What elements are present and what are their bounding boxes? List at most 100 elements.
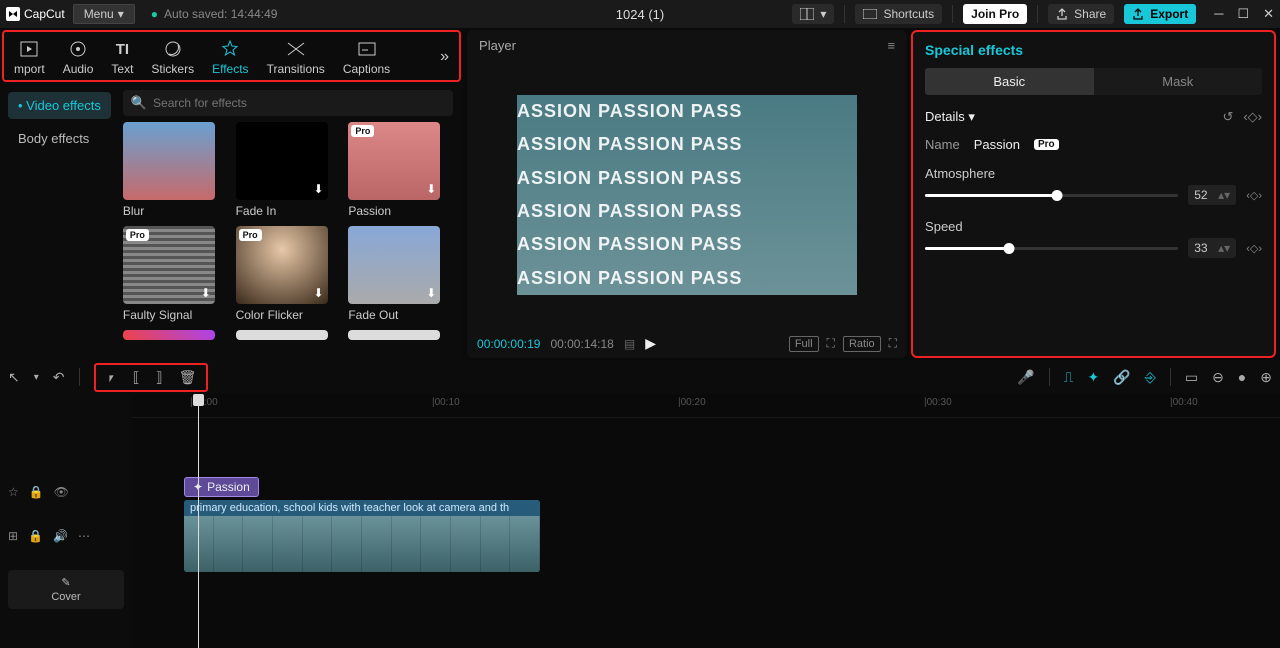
- magnet-icon[interactable]: ⎍: [1064, 369, 1074, 386]
- join-pro-button[interactable]: Join Pro: [963, 4, 1027, 24]
- effect-card-colorflicker[interactable]: Pro⬇ Color Flicker: [236, 226, 339, 322]
- tab-text[interactable]: TI Text: [111, 38, 133, 76]
- fullscreen-icon[interactable]: ⛶: [889, 336, 897, 351]
- zoom-in-icon[interactable]: ⊕: [1260, 369, 1272, 386]
- share-button[interactable]: Share: [1048, 4, 1114, 24]
- effect-card-faulty[interactable]: Pro⬇ Faulty Signal: [123, 226, 226, 322]
- layout-icon: [800, 8, 814, 20]
- time-ruler[interactable]: |00:00 |00:10 |00:20 |00:30 |00:40: [132, 394, 1280, 418]
- tab-transitions[interactable]: Transitions: [267, 38, 325, 76]
- keyframe-icon[interactable]: ‹◇›: [1246, 242, 1262, 255]
- shortcuts-button[interactable]: Shortcuts: [855, 4, 942, 24]
- menu-button[interactable]: Menu ▾: [73, 4, 135, 24]
- tab-captions[interactable]: Captions: [343, 38, 390, 76]
- zoom-slider[interactable]: ●: [1238, 369, 1246, 385]
- layout-button[interactable]: ▾: [792, 4, 834, 24]
- transitions-icon: [285, 38, 307, 60]
- minimize-button[interactable]: ─: [1214, 6, 1223, 22]
- star-icon[interactable]: ☆: [8, 485, 19, 499]
- chevron-down-icon: ▾: [118, 7, 124, 21]
- app-name: CapCut: [24, 7, 65, 21]
- lock-icon[interactable]: 🔒: [28, 529, 43, 543]
- check-icon: ●: [151, 7, 158, 21]
- player-menu-icon[interactable]: ≡: [887, 38, 895, 53]
- download-icon: ⬇: [314, 182, 324, 196]
- close-button[interactable]: ✕: [1263, 6, 1274, 22]
- atmosphere-slider[interactable]: [925, 194, 1178, 197]
- timeline-tracks[interactable]: |00:00 |00:10 |00:20 |00:30 |00:40 ✦ Pas…: [132, 394, 1280, 648]
- play-button[interactable]: ▶: [645, 335, 656, 352]
- pro-badge: Pro: [239, 229, 262, 241]
- speed-value[interactable]: 33▴▾: [1188, 238, 1236, 258]
- download-icon: ⬇: [426, 286, 436, 300]
- list-icon[interactable]: ▤: [624, 337, 635, 351]
- full-button[interactable]: Full: [789, 336, 819, 352]
- trim-left-tool[interactable]: ⟦: [133, 369, 140, 386]
- cover-button[interactable]: ✎ Cover: [8, 570, 124, 609]
- atmosphere-value[interactable]: 52▴▾: [1188, 185, 1236, 205]
- name-value: Passion: [974, 137, 1020, 152]
- side-tab-body-effects[interactable]: Body effects: [8, 125, 111, 152]
- ratio-button[interactable]: Ratio: [843, 336, 881, 352]
- chevron-down-icon[interactable]: ▾: [34, 372, 39, 383]
- lock-icon[interactable]: 🔒: [29, 485, 44, 499]
- reset-icon[interactable]: ↺: [1222, 109, 1233, 125]
- maximize-button[interactable]: ☐: [1237, 6, 1249, 22]
- side-tab-video-effects[interactable]: • Video effects: [8, 92, 111, 119]
- undo-button[interactable]: ↶: [53, 369, 65, 386]
- titlebar: CapCut Menu ▾ ● Auto saved: 14:44:49 102…: [0, 0, 1280, 28]
- speed-slider[interactable]: [925, 247, 1178, 250]
- tab-basic[interactable]: Basic: [925, 68, 1093, 95]
- effects-icon: [219, 38, 241, 60]
- keyframe-nav-icon[interactable]: ‹◇›: [1243, 109, 1262, 125]
- preview-icon[interactable]: ▭: [1185, 369, 1198, 386]
- playhead[interactable]: [198, 394, 199, 648]
- track-icon[interactable]: ⊞: [8, 529, 18, 543]
- pencil-icon: ✎: [61, 576, 70, 589]
- zoom-out-icon[interactable]: ⊖: [1212, 369, 1224, 386]
- player-panel: Player ≡ ASSION PASSION PASS ASSION PASS…: [467, 30, 907, 358]
- player-title: Player: [479, 38, 516, 53]
- more-icon[interactable]: ⋯: [78, 529, 90, 543]
- effect-card-fadeout[interactable]: ⬇ Fade Out: [348, 226, 451, 322]
- search-input[interactable]: [153, 96, 445, 110]
- atmosphere-label: Atmosphere: [925, 166, 1262, 181]
- eye-icon[interactable]: 👁: [54, 485, 69, 499]
- clip-thumbnails: [184, 516, 540, 572]
- effect-card-blur[interactable]: Blur: [123, 122, 226, 218]
- tab-mask[interactable]: Mask: [1094, 68, 1262, 95]
- preview-viewport[interactable]: ASSION PASSION PASS ASSION PASSION PASS …: [517, 95, 857, 295]
- more-tabs-button[interactable]: »: [440, 48, 449, 66]
- stickers-icon: [162, 38, 184, 60]
- pointer-tool[interactable]: ↖: [8, 369, 20, 386]
- delete-tool[interactable]: 🗑: [179, 369, 197, 386]
- scan-icon[interactable]: ⛶: [827, 336, 835, 351]
- export-icon: [1132, 8, 1144, 20]
- snap-icon[interactable]: ✦: [1087, 369, 1099, 386]
- mute-icon[interactable]: 🔊: [53, 529, 68, 543]
- split-tool[interactable]: ⎖: [106, 369, 117, 386]
- effect-clip-passion[interactable]: ✦ Passion: [184, 477, 259, 497]
- video-clip[interactable]: primary education, school kids with teac…: [184, 500, 540, 572]
- download-icon: ⬇: [314, 286, 324, 300]
- effect-card-fadein[interactable]: ⬇ Fade In: [236, 122, 339, 218]
- download-icon: ⬇: [201, 286, 211, 300]
- tab-stickers[interactable]: Stickers: [151, 38, 194, 76]
- effect-card-passion[interactable]: Pro⬇ Passion: [348, 122, 451, 218]
- trim-right-tool[interactable]: ⟧: [156, 369, 163, 386]
- timeline: ☆ 🔒 👁 ⊞ 🔒 🔊 ⋯ ✎ Cover |00:00 |00:10 |00:…: [0, 394, 1280, 648]
- name-label: Name: [925, 137, 960, 152]
- tab-effects[interactable]: Effects: [212, 38, 248, 76]
- tab-import[interactable]: mport: [14, 38, 45, 76]
- align-icon[interactable]: ⎆: [1145, 369, 1156, 386]
- media-panel: mport Audio TI Text Stickers Effects Tra…: [0, 28, 463, 360]
- keyframe-icon[interactable]: ‹◇›: [1246, 189, 1262, 202]
- export-button[interactable]: Export: [1124, 4, 1196, 24]
- properties-panel-highlighted: Special effects Basic Mask Details ▾ ↺ ‹…: [911, 30, 1276, 358]
- speed-label: Speed: [925, 219, 1262, 234]
- link-icon[interactable]: 🔗: [1113, 369, 1130, 386]
- mic-icon[interactable]: 🎤: [1017, 369, 1034, 386]
- keyboard-icon: [863, 9, 877, 19]
- search-effects[interactable]: 🔍: [123, 90, 453, 116]
- tab-audio[interactable]: Audio: [63, 38, 94, 76]
